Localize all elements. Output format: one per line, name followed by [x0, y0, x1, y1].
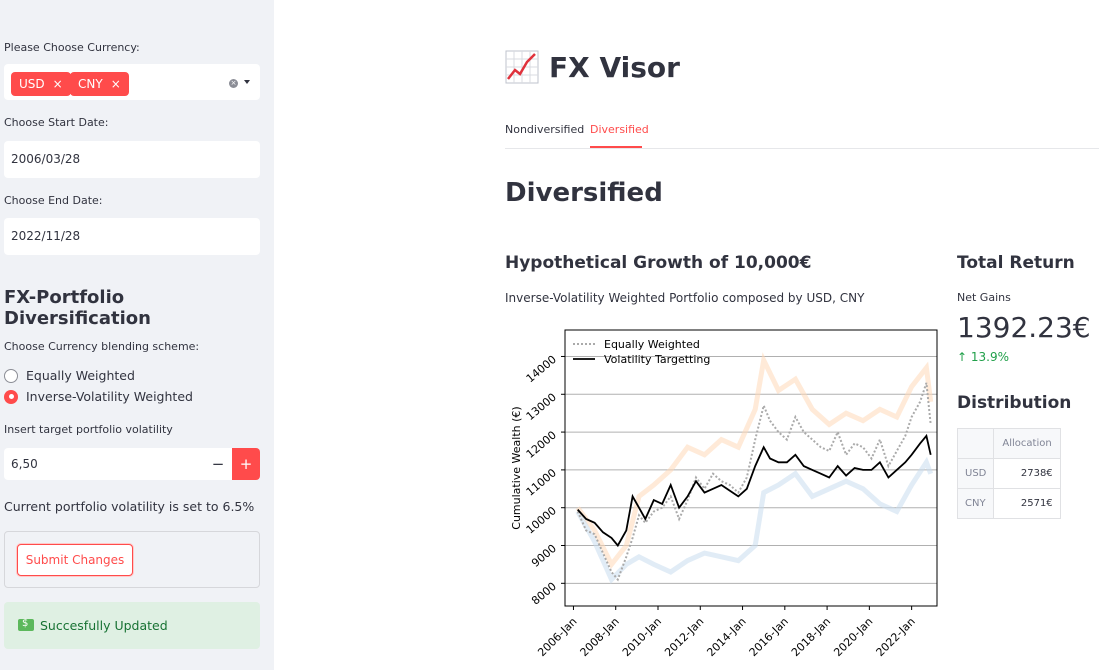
end-date-label: Choose End Date:: [4, 194, 103, 207]
x-tick-label: 2020-Jan: [831, 615, 875, 659]
diversification-heading: FX-Portfolio Diversification: [4, 287, 151, 329]
row-currency: CNY: [956, 488, 995, 519]
radio-inverse-volatility[interactable]: Inverse-Volatility Weighted: [4, 389, 193, 404]
y-tick-label: 9000: [529, 542, 559, 570]
x-tick-label: 2022-Jan: [874, 615, 918, 659]
app-title: FX Visor: [505, 50, 680, 84]
section-heading: Diversified: [505, 178, 663, 208]
x-tick-label: 2014-Jan: [704, 615, 748, 659]
net-gains-delta: ↑ 13.9%: [957, 350, 1009, 364]
increment-button[interactable]: +: [232, 448, 260, 480]
clear-all-icon[interactable]: ×: [229, 79, 238, 88]
tab-diversified[interactable]: Diversified: [590, 123, 649, 136]
chart-increasing-icon: [505, 50, 539, 84]
start-date-label: Choose Start Date:: [4, 116, 109, 129]
y-tick-label: 10000: [524, 504, 559, 536]
start-date-input[interactable]: 2006/03/28: [4, 141, 260, 178]
current-volatility-text: Current portfolio volatility is set to 6…: [4, 499, 255, 514]
chip-usd-remove-icon[interactable]: ×: [53, 77, 63, 91]
success-alert: Succesfully Updated: [4, 602, 260, 649]
chip-usd[interactable]: USD ×: [11, 72, 71, 96]
sidebar: Please Choose Currency: USD × CNY × × Choo…: [0, 0, 274, 670]
x-tick-label: 2010-Jan: [620, 615, 664, 659]
table-row: CNY 2571€: [956, 488, 1061, 519]
chevron-down-icon[interactable]: [244, 80, 250, 84]
y-axis-label: Cumulative Wealth (€): [510, 406, 523, 529]
x-tick-label: 2006-Jan: [535, 615, 579, 659]
row-currency: USD: [956, 458, 995, 489]
allocation-header: Allocation: [993, 428, 1061, 459]
distribution-table: Allocation USD 2738€ CNY 2571€: [956, 428, 1061, 519]
y-tick-label: 11000: [524, 466, 559, 498]
end-date-input[interactable]: 2022/11/28: [4, 218, 260, 255]
scheme-label: Choose Currency blending scheme:: [4, 340, 200, 353]
tab-nondiversified[interactable]: Nondiversified: [505, 123, 584, 136]
volatility-input[interactable]: 6,50: [4, 448, 232, 480]
radio-selected-icon[interactable]: [4, 389, 18, 404]
table-corner: [956, 428, 995, 459]
app-title-text: FX Visor: [549, 50, 680, 84]
growth-subtitle: Inverse-Volatility Weighted Portfolio co…: [505, 291, 865, 305]
radio-circle-icon[interactable]: [4, 368, 18, 383]
end-date-value: 2022/11/28: [11, 229, 81, 243]
x-tick-label: 2012-Jan: [662, 615, 706, 659]
row-allocation: 2738€: [993, 458, 1061, 489]
chip-cny-label: CNY: [78, 77, 103, 91]
radio-inverse-volatility-label: Inverse-Volatility Weighted: [26, 389, 193, 404]
x-tick-label: 2018-Jan: [789, 615, 833, 659]
distribution-heading: Distribution: [957, 393, 1072, 413]
y-tick-label: 12000: [524, 428, 559, 460]
x-tick-label: 2008-Jan: [578, 615, 622, 659]
y-tick-label: 14000: [524, 353, 559, 385]
radio-equally-weighted-label: Equally Weighted: [26, 368, 135, 383]
chip-cny-remove-icon[interactable]: ×: [111, 77, 121, 91]
submit-form: Submit Changes: [4, 531, 260, 588]
table-row: USD 2738€: [956, 458, 1061, 489]
legend-label: Equally Weighted: [604, 338, 700, 351]
volatility-value: 6,50: [11, 457, 38, 471]
growth-heading: Hypothetical Growth of 10,000€: [505, 253, 812, 273]
growth-chart: 8000 9000 10000 11000 12000 13000 14000 2006-Ja…: [510, 329, 938, 659]
currency-multiselect[interactable]: USD × CNY × ×: [4, 64, 260, 100]
row-allocation: 2571€: [993, 488, 1061, 519]
y-tick-label: 13000: [524, 391, 559, 423]
y-tick-label: 8000: [529, 580, 559, 608]
chip-usd-label: USD: [19, 77, 45, 91]
success-text: Succesfully Updated: [40, 618, 168, 633]
net-gains-label: Net Gains: [957, 291, 1011, 304]
plot-area: [565, 330, 937, 606]
legend-label: Volatility Targetting: [604, 353, 710, 366]
table-header-row: Allocation: [956, 428, 1061, 459]
total-return-heading: Total Return: [957, 253, 1075, 273]
money-icon: [18, 617, 34, 631]
tab-bar: Nondiversified Diversified: [505, 118, 1099, 149]
currency-label: Please Choose Currency:: [4, 41, 140, 54]
net-gains-value: 1392.23€: [957, 311, 1091, 344]
volatility-label: Insert target portfolio volatility: [4, 423, 173, 436]
start-date-value: 2006/03/28: [11, 152, 81, 166]
decrement-button[interactable]: −: [204, 448, 232, 480]
active-tab-indicator: [590, 146, 642, 148]
submit-changes-button[interactable]: Submit Changes: [17, 544, 133, 576]
chip-cny[interactable]: CNY ×: [70, 72, 129, 96]
x-tick-label: 2016-Jan: [747, 615, 791, 659]
radio-equally-weighted[interactable]: Equally Weighted: [4, 368, 135, 383]
